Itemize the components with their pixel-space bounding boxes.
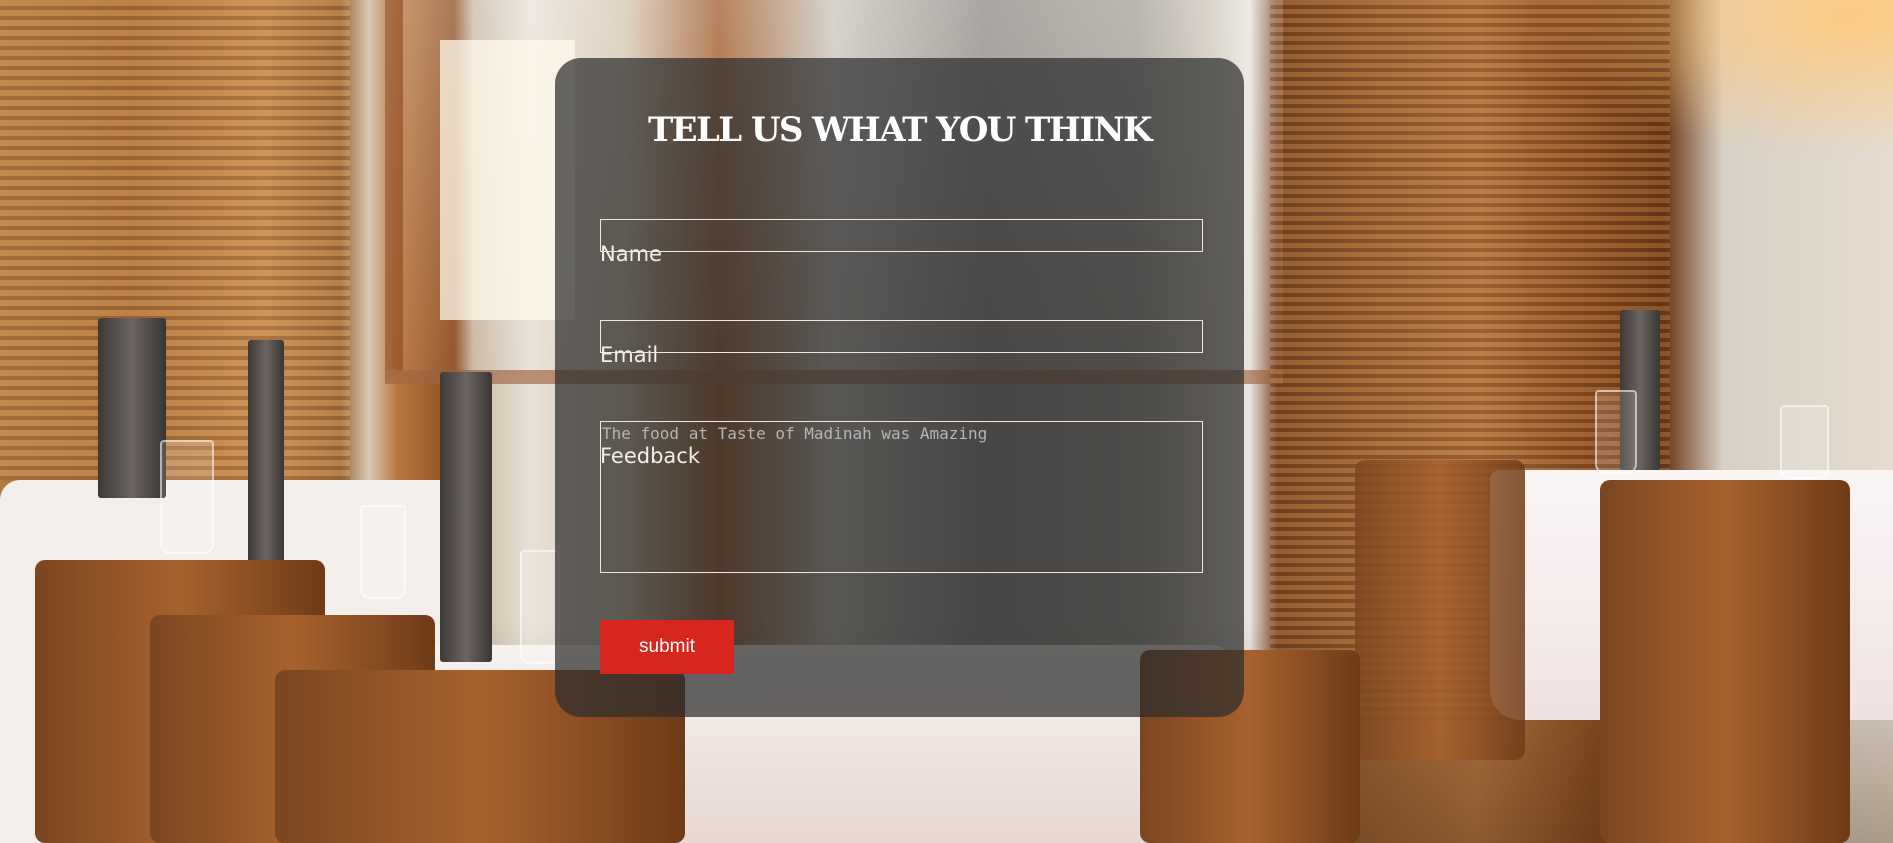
water-glass xyxy=(1780,405,1829,479)
menu-stand xyxy=(440,372,492,662)
menu-stand xyxy=(98,318,166,498)
bamboo-blinds-left xyxy=(0,0,350,480)
salt-shaker xyxy=(520,550,560,664)
submit-button[interactable]: submit xyxy=(600,620,734,674)
email-input[interactable] xyxy=(600,320,1203,353)
tablecloth-left xyxy=(0,480,460,843)
menu-stand xyxy=(1620,310,1660,470)
feedback-form: TELL US WHAT YOU THINK Name Email Feedba… xyxy=(555,58,1244,717)
chair xyxy=(35,560,325,843)
bamboo-blinds-right xyxy=(1270,0,1670,720)
menu-stand xyxy=(248,340,284,565)
chair xyxy=(1355,460,1525,760)
feedback-textarea[interactable] xyxy=(600,421,1203,573)
water-glass xyxy=(160,440,214,554)
chair xyxy=(1600,480,1850,843)
name-input[interactable] xyxy=(600,219,1203,252)
wine-glass xyxy=(360,505,406,599)
wine-glass xyxy=(1595,390,1637,474)
tablecloth-right xyxy=(1490,470,1893,720)
form-title: TELL US WHAT YOU THINK xyxy=(647,110,1153,150)
chair xyxy=(150,615,435,843)
